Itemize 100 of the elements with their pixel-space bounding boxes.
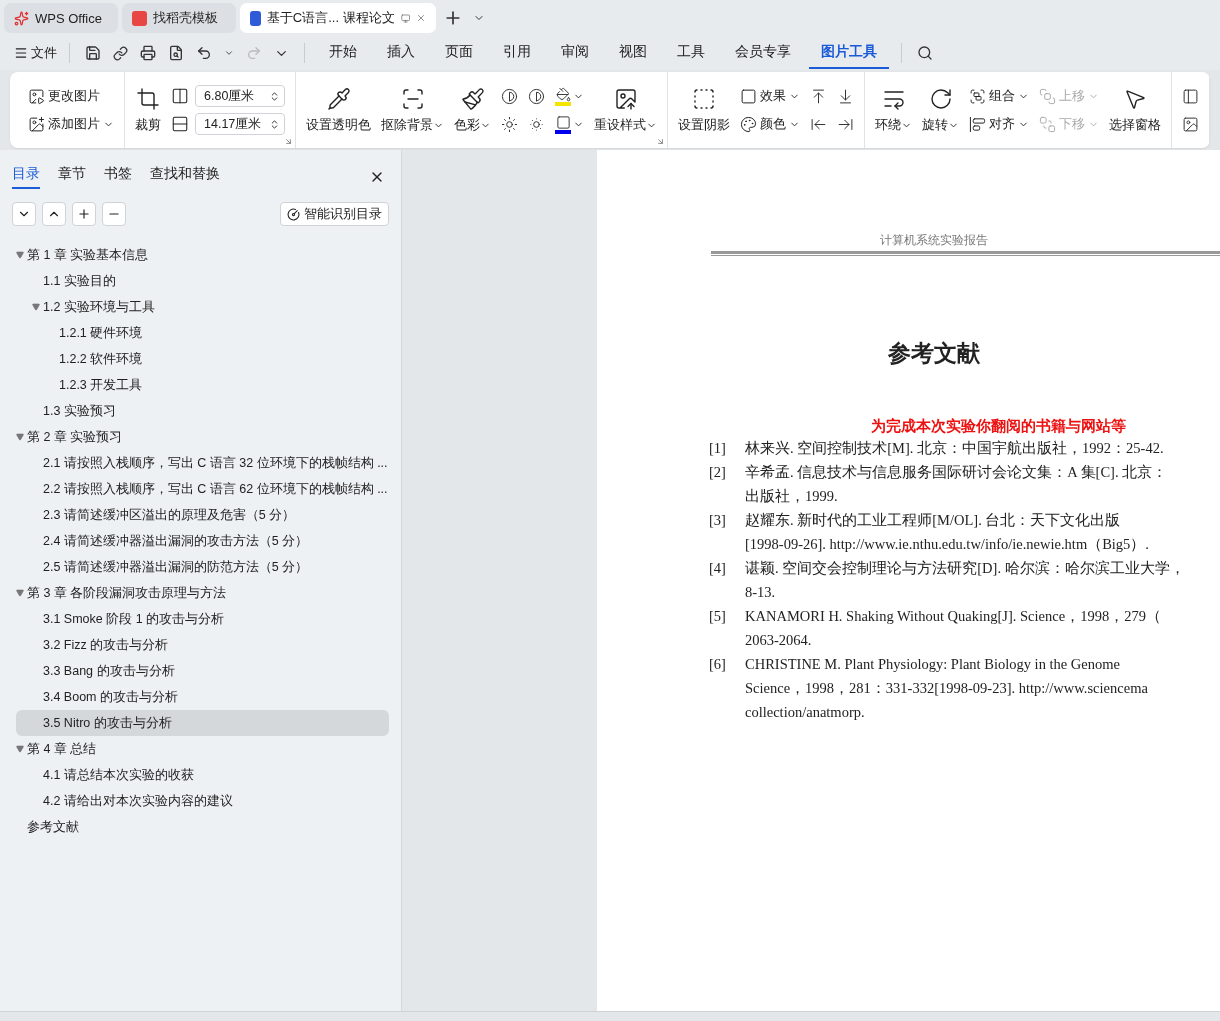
outline-item[interactable]: 2.4 请简述缓冲器溢出漏洞的攻击方法（5 分） (16, 528, 389, 554)
panel-tab[interactable]: 章节 (58, 165, 86, 189)
launcher-icon[interactable] (284, 137, 293, 146)
reference-text: 出版社，1999. (745, 487, 839, 506)
contrast-icon (501, 87, 518, 105)
reference-number: [2] (709, 463, 727, 482)
expanded-triangle-icon[interactable] (16, 251, 24, 259)
outline-item[interactable]: 参考文献 (16, 814, 389, 840)
window-tab[interactable]: 基于C语言... 课程论文 (240, 3, 436, 33)
ribbon-button[interactable]: 重设样式 (594, 86, 657, 134)
logo-icon (14, 10, 29, 26)
document-subtitle: 为完成本次实验你翻阅的书籍与网站等 (870, 417, 1127, 436)
menu-tab[interactable]: 插入 (375, 37, 427, 69)
outline-item[interactable]: 4.2 请给出对本次实验内容的建议 (16, 788, 389, 814)
panel-tab[interactable]: 目录 (12, 165, 40, 189)
page-header: 计算机系统实验报告 (878, 232, 989, 249)
group-icon (969, 87, 986, 105)
menu-tab[interactable]: 引用 (491, 37, 543, 69)
print-icon[interactable] (140, 45, 156, 61)
reference-text: [1998-09-26]. http://www.ie.nthu.edu.tw/info/ie.newie.htm（Big5）. (745, 535, 1149, 554)
undo-icon[interactable] (196, 45, 212, 61)
outline-item[interactable]: 1.2 实验环境与工具 (16, 294, 389, 320)
reference-number: [3] (709, 511, 727, 530)
ribbon-button[interactable]: 组合 (969, 85, 1029, 107)
sun-icon (501, 115, 518, 133)
outline-item[interactable]: 第 3 章 各阶段漏洞攻击原理与方法 (16, 580, 389, 606)
outline-item[interactable]: 1.2.1 硬件环境 (16, 320, 389, 346)
arrow-down-icon (837, 87, 854, 105)
reference-number: [5] (709, 607, 727, 626)
ribbon-button[interactable]: 对齐 (969, 113, 1029, 135)
ribbon-button[interactable]: 添加图片 (28, 113, 114, 135)
ribbon-button[interactable]: 选择窗格 (1109, 86, 1161, 134)
size-field[interactable]: 6.80厘米 (195, 85, 285, 107)
window-tab[interactable]: WPS Office (4, 3, 118, 33)
outline-item[interactable]: 3.3 Bang 的攻击与分析 (16, 658, 389, 684)
outline-item[interactable]: 2.3 请简述缓冲区溢出的原理及危害（5 分） (16, 502, 389, 528)
gauge-icon (287, 207, 300, 221)
outline-item[interactable]: 2.2 请按照入栈顺序，写出 C 语言 62 位环境下的栈帧结构 ... (16, 476, 389, 502)
reference-text: KANAMORI H. Shaking Without Quaking[J]. Science，1998，279（ (745, 607, 1161, 626)
ribbon-button[interactable]: 环绕 (875, 86, 912, 134)
palette-icon (740, 115, 757, 133)
ribbon-button[interactable]: 设置阴影 (678, 86, 730, 134)
link-icon[interactable] (113, 45, 128, 61)
ribbon-button[interactable]: 色彩 (454, 86, 491, 134)
menu-tab[interactable]: 工具 (665, 37, 717, 69)
expand-button[interactable] (12, 202, 36, 226)
reference-text: 林来兴. 空间控制技术[M]. 北京：中国宇航出版社，1992：25-42. (745, 439, 1164, 458)
save-icon[interactable] (85, 45, 101, 61)
menu-tab[interactable]: 图片工具 (809, 37, 889, 69)
search-icon[interactable] (917, 45, 933, 61)
outline-item[interactable]: 3.4 Boom 的攻击与分析 (16, 684, 389, 710)
align-icon (969, 115, 986, 133)
expanded-triangle-icon[interactable] (16, 745, 24, 753)
panel-icon (1182, 87, 1199, 105)
window-tab[interactable]: 找稻壳模板 (122, 3, 236, 33)
outline-item[interactable]: 3.5 Nitro 的攻击与分析 (16, 710, 389, 736)
outline-item[interactable]: 3.2 Fizz 的攻击与分析 (16, 632, 389, 658)
outline-item[interactable]: 4.1 请总结本次实验的收获 (16, 762, 389, 788)
launcher-icon[interactable] (656, 137, 665, 146)
remove-button[interactable] (102, 202, 126, 226)
smart-toc-button[interactable]: 智能识别目录 (280, 202, 389, 226)
ribbon-button[interactable]: 颜色 (740, 113, 800, 135)
file-menu[interactable]: 文件 (14, 42, 57, 64)
reference-text: 2063-2064. (745, 631, 813, 650)
outline-item[interactable]: 3.1 Smoke 阶段 1 的攻击与分析 (16, 606, 389, 632)
contrast-icon (528, 87, 545, 105)
ribbon-button[interactable]: 裁剪 (135, 86, 161, 134)
outline-item[interactable]: 1.2.3 开发工具 (16, 372, 389, 398)
ribbon-button[interactable]: 更改图片 (28, 85, 114, 107)
menu-tab[interactable]: 开始 (317, 37, 369, 69)
bring-forward-icon (1039, 87, 1056, 105)
add-button[interactable] (72, 202, 96, 226)
collapse-button[interactable] (42, 202, 66, 226)
panel-tab[interactable]: 查找和替换 (150, 165, 220, 189)
expanded-triangle-icon[interactable] (16, 589, 24, 597)
preview-icon[interactable] (168, 45, 184, 61)
reference-number: [6] (709, 655, 727, 674)
expanded-triangle-icon[interactable] (16, 433, 24, 441)
outline-item[interactable]: 第 4 章 总结 (16, 736, 389, 762)
ribbon-button[interactable]: 效果 (740, 85, 800, 107)
menu-tab[interactable]: 页面 (433, 37, 485, 69)
outline-item[interactable]: 第 2 章 实验预习 (16, 424, 389, 450)
ribbon-button[interactable]: 抠除背景 (381, 86, 444, 134)
menu-tab[interactable]: 会员专享 (723, 37, 803, 69)
expanded-triangle-icon[interactable] (32, 303, 40, 311)
outline-item[interactable]: 2.1 请按照入栈顺序，写出 C 语言 32 位环境下的栈帧结构 ... (16, 450, 389, 476)
ribbon-button[interactable]: 旋转 (922, 86, 959, 134)
outline-item[interactable]: 第 1 章 实验基本信息 (16, 242, 389, 268)
menu-tab[interactable]: 审阅 (549, 37, 601, 69)
outline-item[interactable]: 1.1 实验目的 (16, 268, 389, 294)
monitor-icon[interactable] (400, 11, 410, 25)
outline-item[interactable]: 1.2.2 软件环境 (16, 346, 389, 372)
spinner-icon (269, 90, 280, 102)
size-field[interactable]: 14.17厘米 (195, 113, 285, 135)
panel-tab[interactable]: 书签 (104, 165, 132, 189)
reference-number: [1] (709, 439, 727, 458)
outline-item[interactable]: 1.3 实验预习 (16, 398, 389, 424)
menu-tab[interactable]: 视图 (607, 37, 659, 69)
ribbon-button[interactable]: 设置透明色 (306, 86, 371, 134)
outline-item[interactable]: 2.5 请简述缓冲器溢出漏洞的防范方法（5 分） (16, 554, 389, 580)
